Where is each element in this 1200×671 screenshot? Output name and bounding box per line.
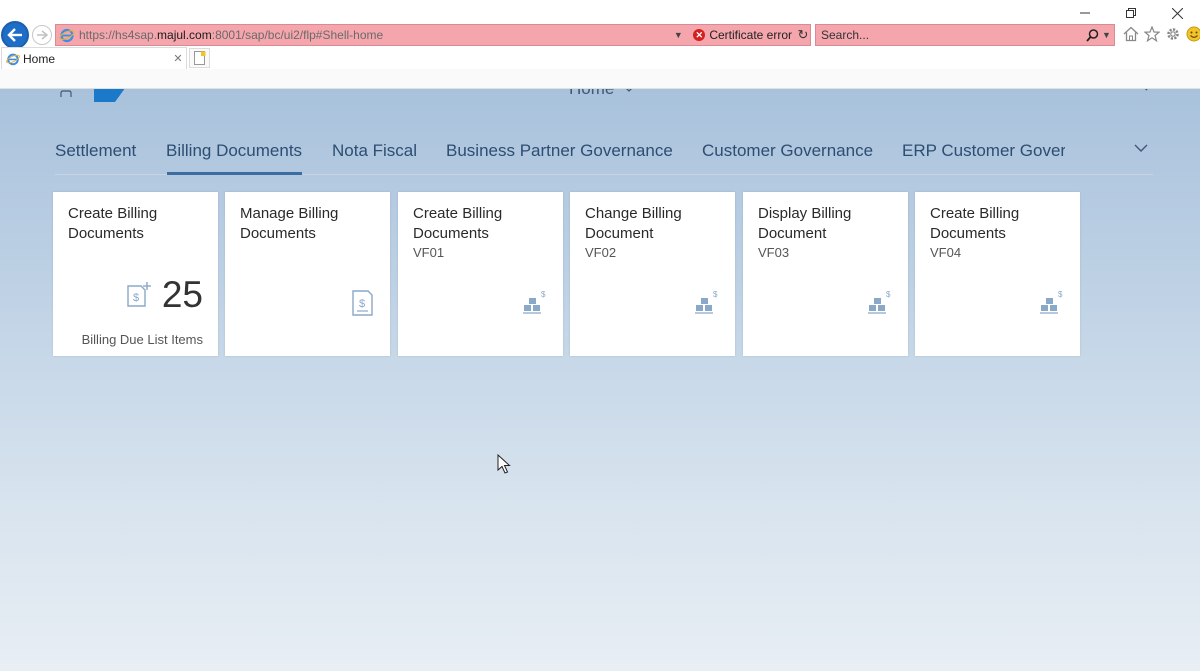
tile-subtitle: VF01	[413, 245, 445, 260]
shell-header: Home	[0, 89, 1200, 103]
anchor-item-customer-governance[interactable]: Customer Governance	[702, 141, 873, 161]
sap-logo[interactable]	[94, 89, 136, 102]
tile-create-billing-documents-vf04[interactable]: Create Billing Documents VF04 $	[915, 192, 1080, 356]
selected-anchor-indicator	[167, 172, 302, 175]
tile-title: Display Billing Document	[758, 205, 852, 242]
restore-icon	[1126, 8, 1136, 18]
user-icon[interactable]	[60, 89, 72, 97]
smiley-feedback-icon[interactable]	[1185, 25, 1200, 43]
tile-title: Manage Billing Documents	[240, 205, 339, 242]
url-text[interactable]: https://hs4sap.majul.com:8001/sap/bc/ui2…	[79, 28, 671, 42]
billing-document-add-icon: $	[127, 282, 151, 307]
tile-subtitle: VF03	[758, 245, 790, 260]
gui-transaction-icon: $	[868, 290, 891, 314]
anchor-item-business-partner-governance[interactable]: Business Partner Governance	[446, 141, 673, 161]
url-prefix: https://hs4sap.	[79, 28, 158, 42]
tile-title: Change Billing Document	[585, 205, 682, 242]
tab-strip: Home ✕	[0, 47, 1200, 69]
new-tab-icon	[193, 51, 205, 65]
tile-create-billing-documents-vf01[interactable]: Create Billing Documents VF01 $	[398, 192, 563, 356]
search-dropdown-icon[interactable]: ▼	[1102, 30, 1114, 40]
arrow-left-icon	[7, 28, 22, 42]
search-icon[interactable]	[1132, 89, 1149, 98]
url-host: majul.com	[157, 28, 212, 42]
url-suffix: :8001/sap/bc/ui2/flp#Shell-home	[211, 28, 384, 42]
browser-toolbar: https://hs4sap.majul.com:8001/sap/bc/ui2…	[0, 0, 1200, 49]
tile-display-billing-document-vf03[interactable]: Display Billing Document VF03 $	[743, 192, 908, 356]
anchor-item-erp-customer-governance[interactable]: ERP Customer Gover	[902, 141, 1065, 161]
tile-kpi: $ 25	[126, 274, 203, 316]
search-box[interactable]: ▼	[815, 24, 1115, 46]
chevron-down-icon[interactable]	[1131, 141, 1151, 157]
certificate-error-button[interactable]: ✕ Certificate error	[685, 28, 796, 42]
anchor-item-nota-fiscal[interactable]: Nota Fiscal	[332, 141, 417, 161]
tile-footer: Billing Due List Items	[81, 332, 203, 347]
svg-text:$: $	[886, 290, 891, 299]
search-input[interactable]	[816, 25, 1084, 45]
tile-subtitle: VF02	[585, 245, 617, 260]
anchor-item-settlement[interactable]: Settlement	[55, 141, 136, 161]
search-icon[interactable]	[1084, 28, 1100, 42]
tile-title: Create Billing Documents	[68, 205, 158, 242]
shell-title-menu[interactable]: Home	[569, 89, 634, 99]
new-tab-button[interactable]	[189, 48, 210, 68]
internet-explorer-icon	[59, 28, 75, 43]
back-button[interactable]	[1, 21, 29, 49]
anchor-item-billing-documents[interactable]: Billing Documents	[166, 141, 302, 161]
tile-create-billing-documents[interactable]: Create Billing Documents $ 25 Billing Du…	[53, 192, 218, 356]
internet-explorer-icon	[6, 53, 20, 65]
svg-text:$: $	[133, 292, 139, 304]
fiori-launchpad: Home Settlement Billing Documents Nota F…	[0, 89, 1200, 671]
svg-text:$: $	[713, 290, 718, 299]
svg-text:$: $	[359, 298, 365, 310]
window-controls	[1062, 0, 1200, 26]
chevron-down-icon	[626, 89, 632, 92]
restore-button[interactable]	[1108, 0, 1154, 26]
anchor-navigation-bar: Settlement Billing Documents Nota Fiscal…	[55, 137, 1153, 175]
browser-tab-home[interactable]: Home ✕	[1, 47, 187, 69]
browser-command-bar	[0, 69, 1200, 89]
kpi-value: 25	[161, 274, 203, 315]
mouse-cursor-icon	[497, 454, 511, 474]
minimize-icon	[1080, 12, 1090, 14]
favorites-star-icon[interactable]	[1143, 25, 1161, 43]
settings-gear-icon[interactable]	[1164, 25, 1182, 43]
tile-title: Create Billing Documents	[930, 205, 1020, 242]
svg-text:$: $	[1058, 290, 1063, 299]
address-dropdown-icon[interactable]: ▼	[671, 30, 685, 40]
error-icon: ✕	[693, 29, 706, 41]
arrow-right-icon	[37, 30, 48, 40]
gui-transaction-icon: $	[523, 290, 546, 314]
close-tab-icon[interactable]: ✕	[170, 52, 186, 65]
svg-text:$: $	[541, 290, 546, 299]
close-window-button[interactable]	[1154, 0, 1200, 26]
minimize-button[interactable]	[1062, 0, 1108, 26]
gui-transaction-icon: $	[1040, 290, 1063, 314]
anchor-items: Settlement Billing Documents Nota Fiscal…	[55, 137, 1065, 167]
tile-manage-billing-documents[interactable]: Manage Billing Documents $	[225, 192, 390, 356]
browser-tools	[1122, 25, 1200, 43]
shell-title: Home	[569, 89, 614, 99]
forward-button[interactable]	[32, 25, 52, 45]
refresh-icon[interactable]: ↻	[796, 27, 810, 43]
tile-change-billing-document-vf02[interactable]: Change Billing Document VF02 $	[570, 192, 735, 356]
certificate-error-label: Certificate error	[709, 28, 792, 42]
tile-title: Create Billing Documents	[413, 205, 503, 242]
tile-subtitle: VF04	[930, 245, 962, 260]
home-icon[interactable]	[1122, 25, 1140, 43]
gui-transaction-icon: $	[695, 290, 718, 314]
close-icon	[1171, 7, 1183, 19]
address-bar[interactable]: https://hs4sap.majul.com:8001/sap/bc/ui2…	[55, 24, 811, 46]
billing-document-icon: $	[352, 290, 373, 316]
tab-title: Home	[23, 51, 56, 66]
